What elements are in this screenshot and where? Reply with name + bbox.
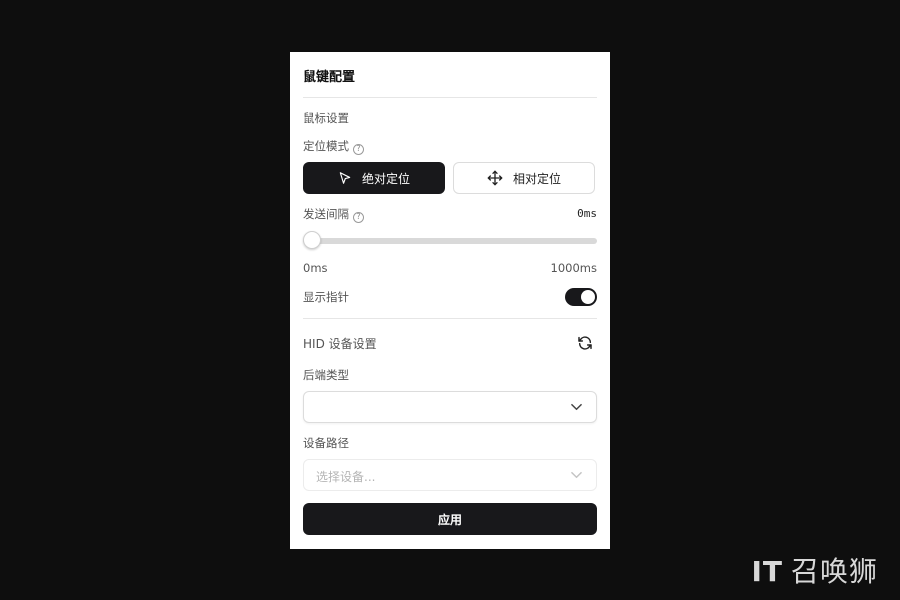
- watermark-text: 召唤狮: [790, 555, 878, 588]
- position-mode-label-row: 定位模式?: [303, 138, 364, 155]
- refresh-button[interactable]: [576, 334, 594, 352]
- absolute-mode-button[interactable]: 绝对定位: [303, 162, 445, 194]
- device-path-placeholder: 选择设备...: [316, 470, 376, 484]
- help-icon[interactable]: ?: [353, 211, 364, 223]
- panel-title: 鼠键配置: [303, 70, 356, 85]
- show-pointer-toggle[interactable]: [565, 288, 597, 306]
- send-interval-slider-thumb[interactable]: [303, 231, 321, 249]
- chevron-down-icon: [571, 471, 582, 479]
- mouse-keyboard-config-panel: 鼠键配置 鼠标设置 定位模式? 绝对定位 相对定位 发送间隔? 0ms 0ms …: [290, 52, 610, 549]
- slider-max-label: 1000ms: [550, 261, 597, 275]
- watermark: IT 召唤狮: [751, 550, 878, 590]
- apply-button[interactable]: 应用: [303, 503, 597, 535]
- slider-min-label: 0ms: [303, 261, 328, 275]
- backend-type-label: 后端类型: [303, 368, 349, 382]
- chevron-down-icon: [571, 403, 582, 411]
- toggle-knob: [581, 290, 595, 304]
- send-interval-label-row: 发送间隔?: [303, 206, 364, 223]
- watermark-it: IT: [751, 555, 783, 588]
- move-arrows-icon: [487, 170, 503, 186]
- relative-mode-label: 相对定位: [512, 171, 561, 186]
- section-divider: [303, 318, 597, 319]
- send-interval-label: 发送间隔: [303, 207, 349, 221]
- cursor-arrow-icon: [339, 172, 351, 184]
- device-path-select[interactable]: 选择设备...: [303, 459, 597, 491]
- device-path-label: 设备路径: [303, 436, 349, 450]
- position-mode-label: 定位模式: [303, 139, 349, 153]
- show-pointer-label: 显示指针: [303, 290, 349, 304]
- mouse-section-heading: 鼠标设置: [303, 111, 349, 125]
- refresh-icon: [578, 336, 592, 350]
- absolute-mode-label: 绝对定位: [361, 171, 410, 186]
- backend-type-select[interactable]: [303, 391, 597, 423]
- relative-mode-button[interactable]: 相对定位: [453, 162, 595, 194]
- help-icon[interactable]: ?: [353, 143, 364, 155]
- title-divider: [303, 97, 597, 98]
- send-interval-value: 0ms: [577, 207, 597, 220]
- send-interval-slider-track[interactable]: [303, 238, 597, 244]
- hid-section-heading: HID 设备设置: [303, 337, 377, 351]
